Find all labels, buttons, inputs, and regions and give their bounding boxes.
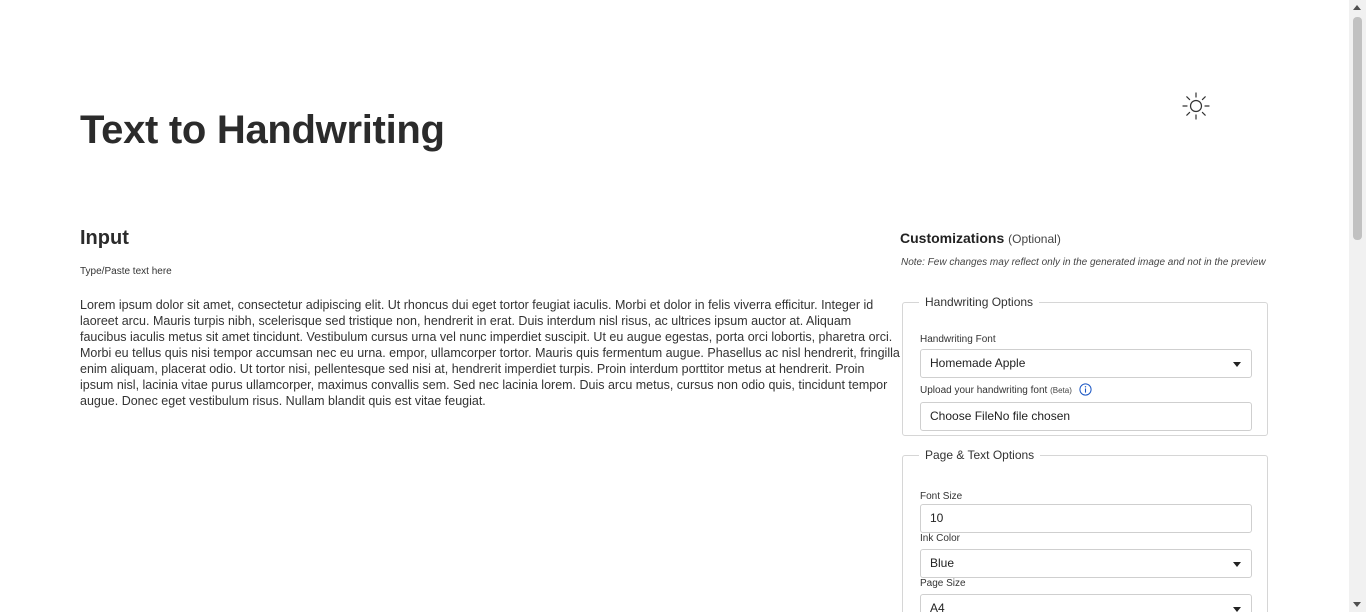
scroll-down-arrow-icon[interactable] <box>1353 602 1361 607</box>
handwriting-options-group: Handwriting Options Handwriting Font Hom… <box>902 296 1268 436</box>
input-label: Type/Paste text here <box>80 266 172 277</box>
scroll-up-arrow-icon[interactable] <box>1353 5 1361 10</box>
input-heading: Input <box>80 227 129 249</box>
handwriting-options-legend: Handwriting Options <box>925 295 1034 309</box>
text-input-area[interactable]: Lorem ipsum dolor sit amet, consectetur … <box>80 297 900 409</box>
info-icon[interactable] <box>1079 383 1092 396</box>
handwriting-font-label: Handwriting Font <box>920 334 996 345</box>
page-title: Text to Handwriting <box>80 108 445 152</box>
chevron-down-icon <box>1233 562 1241 567</box>
upload-font-label-text: Upload your handwriting font <box>920 385 1048 397</box>
page: Text to Handwriting Input Type/Paste tex… <box>0 0 1366 612</box>
scrollbar-thumb[interactable] <box>1353 17 1362 240</box>
customizations-heading: Customizations (Optional) <box>900 230 1061 247</box>
vertical-scrollbar[interactable] <box>1349 0 1366 612</box>
ink-color-label: Ink Color <box>920 533 961 544</box>
upload-font-label: Upload your handwriting font (Beta) <box>920 383 1092 397</box>
page-size-select[interactable]: A4 <box>920 594 1252 612</box>
page-size-label: Page Size <box>920 578 966 589</box>
ink-color-select[interactable]: Blue <box>920 549 1252 578</box>
beta-tag: (Beta) <box>1050 386 1072 396</box>
optional-tag: (Optional) <box>1008 232 1061 246</box>
sun-icon <box>1182 92 1210 120</box>
choose-file-button[interactable]: Choose File <box>930 409 994 423</box>
theme-toggle-button[interactable] <box>1181 91 1211 121</box>
page-size-value: A4 <box>930 601 945 612</box>
handwriting-font-value: Homemade Apple <box>930 356 1026 370</box>
customizations-title: Customizations <box>900 230 1005 246</box>
ink-color-value: Blue <box>930 556 955 570</box>
file-status: No file chosen <box>994 409 1071 423</box>
preview-note: Note: Few changes may reflect only in th… <box>901 257 1266 268</box>
page-text-options-legend: Page & Text Options <box>925 448 1035 462</box>
font-size-label: Font Size <box>920 491 963 502</box>
upload-font-file-input[interactable]: Choose FileNo file chosen <box>920 402 1252 431</box>
chevron-down-icon <box>1233 607 1241 612</box>
handwriting-font-select[interactable]: Homemade Apple <box>920 349 1252 378</box>
page-text-options-group: Page & Text Options Font Size 10 Ink Col… <box>902 449 1268 612</box>
font-size-input[interactable]: 10 <box>920 504 1252 533</box>
chevron-down-icon <box>1233 362 1241 367</box>
